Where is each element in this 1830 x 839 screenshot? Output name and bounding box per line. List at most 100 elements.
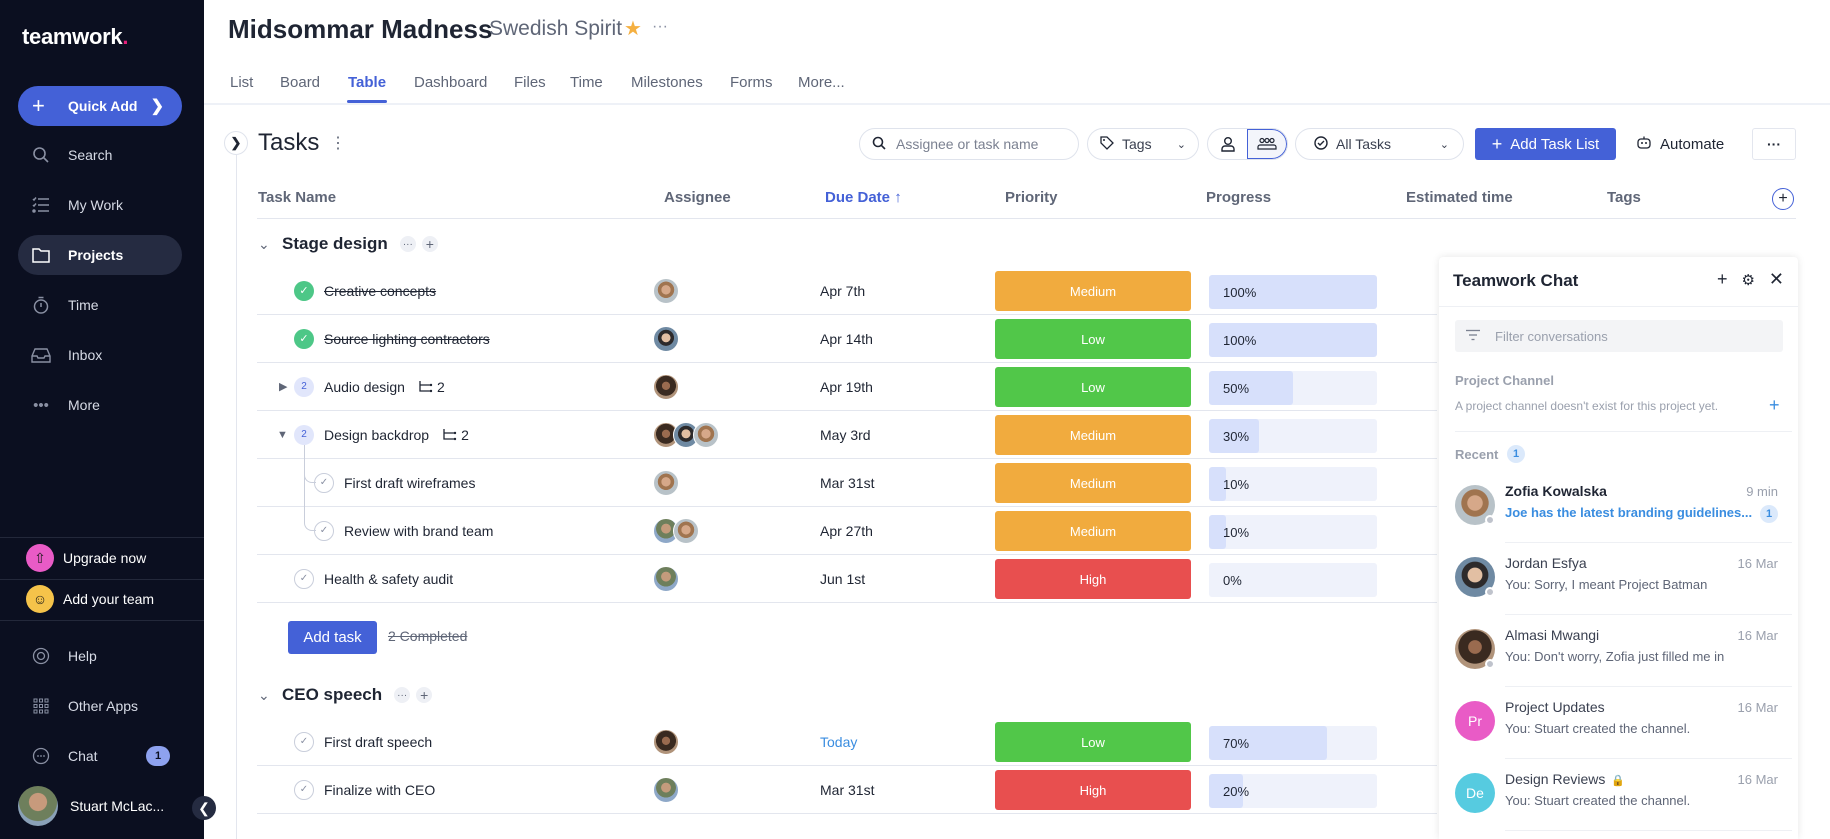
due-date-cell[interactable]: Apr 27th xyxy=(820,507,873,554)
column-header-task-name[interactable]: Task Name xyxy=(258,189,336,206)
completed-check-icon[interactable]: ✓ xyxy=(294,328,314,349)
task-list-add-icon[interactable]: + xyxy=(416,687,433,703)
add-task-button[interactable]: Add task xyxy=(288,621,377,654)
subtasks-indicator[interactable]: 2 xyxy=(443,427,469,443)
chevron-down-icon[interactable]: ⌄ xyxy=(258,236,272,253)
complete-task-checkbox[interactable]: ✓ xyxy=(314,520,334,541)
due-date-cell[interactable]: May 3rd xyxy=(820,411,871,458)
sidebar-item-projects[interactable]: Projects xyxy=(18,235,182,275)
complete-task-checkbox[interactable]: ✓ xyxy=(294,779,314,800)
single-user-icon[interactable] xyxy=(1208,129,1247,159)
priority-badge[interactable]: Medium xyxy=(995,415,1191,455)
column-header-estimated-time[interactable]: Estimated time xyxy=(1406,189,1513,206)
table-row[interactable]: ✓ Creative concepts Apr 7th Medium 100% xyxy=(257,267,1437,315)
star-icon[interactable]: ★ xyxy=(624,16,642,41)
assignee-cell[interactable] xyxy=(653,718,679,765)
column-header-assignee[interactable]: Assignee xyxy=(664,189,731,206)
due-date-cell[interactable]: Apr 7th xyxy=(820,267,865,314)
due-date-cell[interactable]: Jun 1st xyxy=(820,555,865,602)
teamwork-logo[interactable]: teamwork. xyxy=(22,24,128,50)
assignee-cell[interactable] xyxy=(653,507,699,554)
assignee-avatars[interactable] xyxy=(653,277,679,304)
tab-list[interactable]: List xyxy=(230,74,253,91)
conversation-item[interactable]: De Design Reviews 🔒 16 Mar You: Stuart cr… xyxy=(1455,759,1792,831)
column-header-tags[interactable]: Tags xyxy=(1607,189,1641,206)
complete-task-checkbox[interactable]: ✓ xyxy=(314,472,334,493)
progress-bar[interactable]: 10% xyxy=(1209,515,1377,549)
search-input[interactable]: Assignee or task name xyxy=(859,128,1079,160)
upgrade-now-button[interactable]: ⇧ Upgrade now xyxy=(26,544,146,572)
progress-bar[interactable]: 0% xyxy=(1209,563,1377,597)
due-date-cell[interactable]: Mar 31st xyxy=(820,766,874,813)
task-name[interactable]: Audio design xyxy=(324,379,405,395)
add-your-team-button[interactable]: ☺ Add your team xyxy=(26,585,154,613)
assignee-avatars[interactable] xyxy=(653,776,679,803)
progress-bar[interactable]: 10% xyxy=(1209,467,1377,501)
tab-files[interactable]: Files xyxy=(514,74,546,91)
complete-task-checkbox[interactable]: ✓ xyxy=(294,731,314,752)
caret-down-icon[interactable]: ▼ xyxy=(277,429,288,441)
due-date-cell[interactable]: Today xyxy=(820,718,857,765)
progress-bar[interactable]: 50% xyxy=(1209,371,1377,405)
create-channel-icon[interactable]: + xyxy=(1769,395,1780,416)
progress-bar[interactable]: 30% xyxy=(1209,419,1377,453)
priority-badge[interactable]: Low xyxy=(995,367,1191,407)
assignee-avatars[interactable] xyxy=(653,728,679,755)
task-name[interactable]: Health & safety audit xyxy=(324,571,453,587)
assignee-avatars[interactable] xyxy=(653,469,679,496)
conversation-item[interactable]: Almasi Mwangi 16 Mar You: Don't worry, Z… xyxy=(1455,615,1792,687)
table-row[interactable]: ▼ 2 Design backdrop 2 May 3rd Medium 30% xyxy=(257,411,1437,459)
column-header-due-date[interactable]: Due Date ↑ xyxy=(825,189,902,206)
priority-badge[interactable]: Low xyxy=(995,722,1191,762)
tab-more[interactable]: More... xyxy=(798,74,845,91)
assignee-cell[interactable] xyxy=(653,315,679,362)
table-row[interactable]: ✓ First draft wireframes Mar 31st Medium … xyxy=(257,459,1437,507)
table-row[interactable]: ✓ Finalize with CEO Mar 31st High 20% xyxy=(257,766,1437,814)
caret-right-icon[interactable]: ▶ xyxy=(279,380,287,393)
assignee-cell[interactable] xyxy=(653,267,679,314)
assignee-avatars[interactable] xyxy=(653,565,679,592)
assignee-avatars[interactable] xyxy=(653,325,679,352)
table-row[interactable]: ▶ 2 Audio design 2 Apr 19th Low 50% xyxy=(257,363,1437,411)
table-row[interactable]: ✓ Review with brand team Apr 27th Medium … xyxy=(257,507,1437,555)
priority-badge[interactable]: Low xyxy=(995,319,1191,359)
more-options-button[interactable]: ··· xyxy=(1752,128,1796,160)
table-row[interactable]: ✓ First draft speech Today Low 70% xyxy=(257,718,1437,766)
task-name[interactable]: Finalize with CEO xyxy=(324,782,435,798)
project-more-icon[interactable]: ··· xyxy=(652,18,668,36)
task-list-more-icon[interactable]: ··· xyxy=(399,236,416,252)
new-conversation-icon[interactable]: + xyxy=(1717,269,1728,290)
task-name[interactable]: First draft wireframes xyxy=(344,475,475,491)
completed-check-icon[interactable]: ✓ xyxy=(294,280,314,301)
conversation-item[interactable]: Jordan Esfya 16 Mar You: Sorry, I meant … xyxy=(1455,543,1792,615)
tab-milestones[interactable]: Milestones xyxy=(631,74,703,91)
priority-badge[interactable]: Medium xyxy=(995,463,1191,503)
group-users-icon[interactable] xyxy=(1247,129,1287,159)
automate-button[interactable]: Automate xyxy=(1636,128,1724,160)
add-task-list-button[interactable]: + Add Task List xyxy=(1475,128,1616,160)
tab-dashboard[interactable]: Dashboard xyxy=(414,74,487,91)
add-column-button[interactable]: + xyxy=(1772,188,1794,210)
due-date-cell[interactable]: Apr 14th xyxy=(820,315,873,362)
column-header-priority[interactable]: Priority xyxy=(1005,189,1058,206)
chevron-down-icon[interactable]: ⌄ xyxy=(258,687,272,704)
task-list-more-icon[interactable]: ··· xyxy=(394,687,411,703)
completed-tasks-link[interactable]: 2 Completed xyxy=(388,628,467,644)
task-list-name[interactable]: Stage design xyxy=(282,234,388,254)
expand-panel-button[interactable]: ❯ xyxy=(224,131,248,155)
task-list-add-icon[interactable]: + xyxy=(421,236,438,252)
due-date-cell[interactable]: Apr 19th xyxy=(820,363,873,410)
subtasks-indicator[interactable]: 2 xyxy=(419,379,445,395)
assignee-cell[interactable] xyxy=(653,555,679,602)
task-filter-dropdown[interactable]: All Tasks ⌄ xyxy=(1295,128,1464,160)
priority-badge[interactable]: Medium xyxy=(995,271,1191,311)
due-date-cell[interactable]: Mar 31st xyxy=(820,459,874,506)
sidebar-item-time[interactable]: Time xyxy=(18,285,182,325)
task-name[interactable]: Source lighting contractors xyxy=(324,331,490,347)
tab-time[interactable]: Time xyxy=(570,74,603,91)
sidebar-item-more[interactable]: ••• More xyxy=(18,385,182,425)
sidebar-item-my-work[interactable]: My Work xyxy=(18,185,182,225)
kebab-menu-icon[interactable]: ⋮ xyxy=(330,133,346,153)
task-name[interactable]: Review with brand team xyxy=(344,523,493,539)
quick-add-button[interactable]: + Quick Add ❯ xyxy=(18,86,182,126)
